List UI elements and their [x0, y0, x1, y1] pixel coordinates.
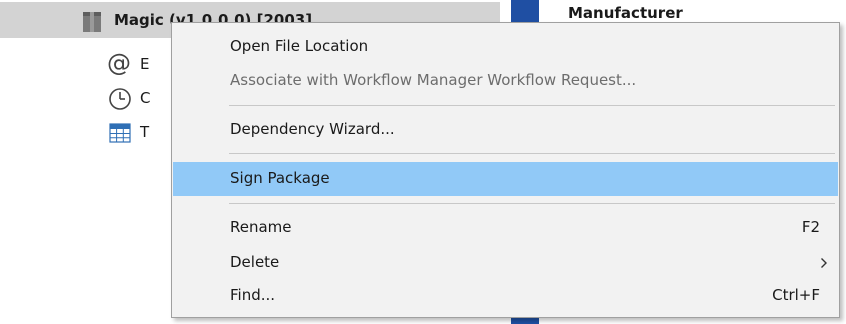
menu-item-label: Find... — [230, 286, 276, 304]
menu-separator — [229, 105, 835, 106]
context-menu: Open File Location Associate with Workfl… — [171, 22, 840, 318]
column-header-manufacturer[interactable]: Manufacturer — [568, 4, 683, 22]
menu-item-shortcut: F2 — [801, 218, 820, 236]
menu-item-open-file-location[interactable]: Open File Location — [173, 30, 838, 64]
table-icon — [109, 123, 131, 143]
menu-separator — [229, 203, 835, 204]
menu-item-associate-workflow: Associate with Workflow Manager Workflow… — [173, 64, 838, 98]
tree-item-child[interactable]: C — [0, 80, 170, 116]
package-icon — [83, 12, 101, 32]
menu-item-label: Dependency Wizard... — [230, 120, 395, 138]
details-accent-bar — [511, 0, 539, 22]
menu-item-label: Sign Package — [230, 169, 330, 187]
menu-item-shortcut: Ctrl+F — [772, 286, 820, 304]
menu-item-dependency-wizard[interactable]: Dependency Wizard... — [173, 113, 838, 147]
app-window: Magic (v1.0.0.0) [2003] @ E C T Manufact… — [0, 0, 846, 324]
at-icon: @ — [107, 49, 131, 77]
menu-item-delete[interactable]: Delete — [173, 246, 838, 280]
clock-icon — [109, 88, 131, 110]
menu-separator — [229, 153, 835, 154]
menu-item-rename[interactable]: Rename F2 — [173, 211, 838, 245]
menu-item-label: Delete — [230, 253, 280, 271]
tree-child-label: T — [140, 123, 150, 141]
tree-item-child[interactable]: T — [0, 114, 170, 150]
menu-item-label: Associate with Workflow Manager Workflow… — [230, 71, 637, 89]
menu-item-label: Rename — [230, 218, 292, 236]
menu-item-find[interactable]: Find... Ctrl+F — [173, 279, 838, 313]
tree-item-child[interactable]: @ E — [0, 46, 170, 82]
tree-child-label: E — [140, 55, 150, 73]
details-accent-bar — [511, 318, 539, 324]
menu-item-label: Open File Location — [230, 37, 369, 55]
menu-item-sign-package[interactable]: Sign Package — [173, 162, 838, 196]
tree-child-label: C — [140, 89, 151, 107]
chevron-right-icon — [821, 258, 827, 268]
